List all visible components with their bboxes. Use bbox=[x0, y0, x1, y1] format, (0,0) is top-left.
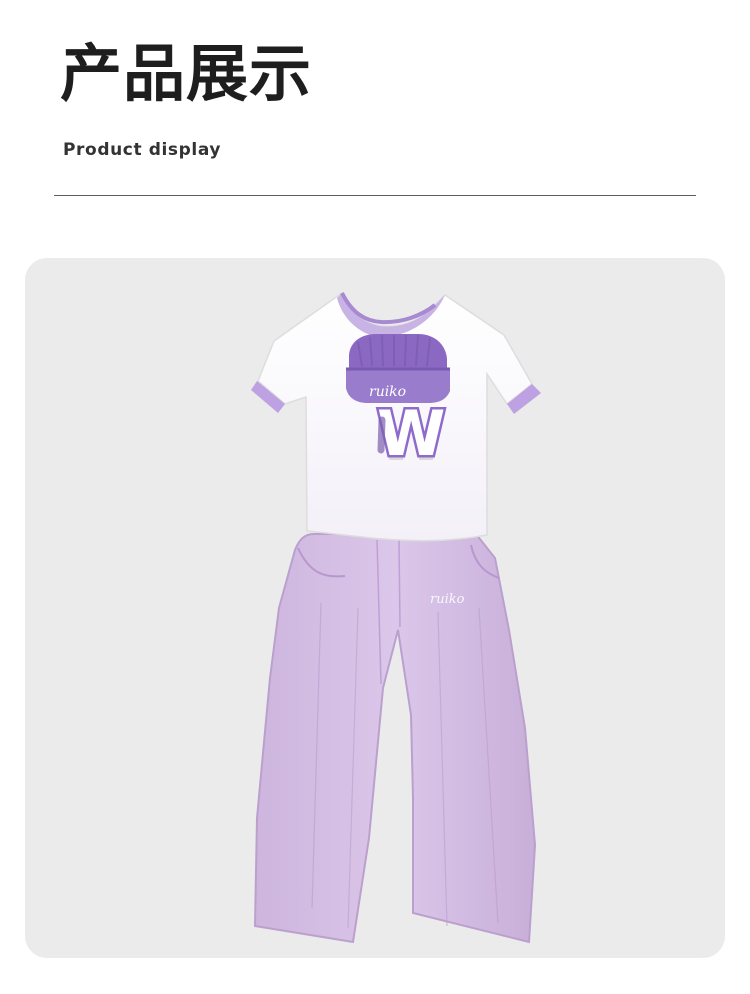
page-subtitle: Product display bbox=[63, 140, 222, 160]
pants-logo-text: ruiko bbox=[430, 592, 465, 607]
shirt-letter: W bbox=[377, 397, 445, 470]
product-image: ruiko ruiko W W bbox=[251, 291, 541, 944]
pants-illustration: ruiko bbox=[253, 533, 537, 944]
header-divider bbox=[54, 195, 696, 196]
tshirt-illustration: ruiko W W bbox=[251, 291, 541, 542]
product-display-panel: ruiko ruiko W W bbox=[25, 258, 725, 958]
page-title: 产品展示 bbox=[60, 37, 313, 110]
